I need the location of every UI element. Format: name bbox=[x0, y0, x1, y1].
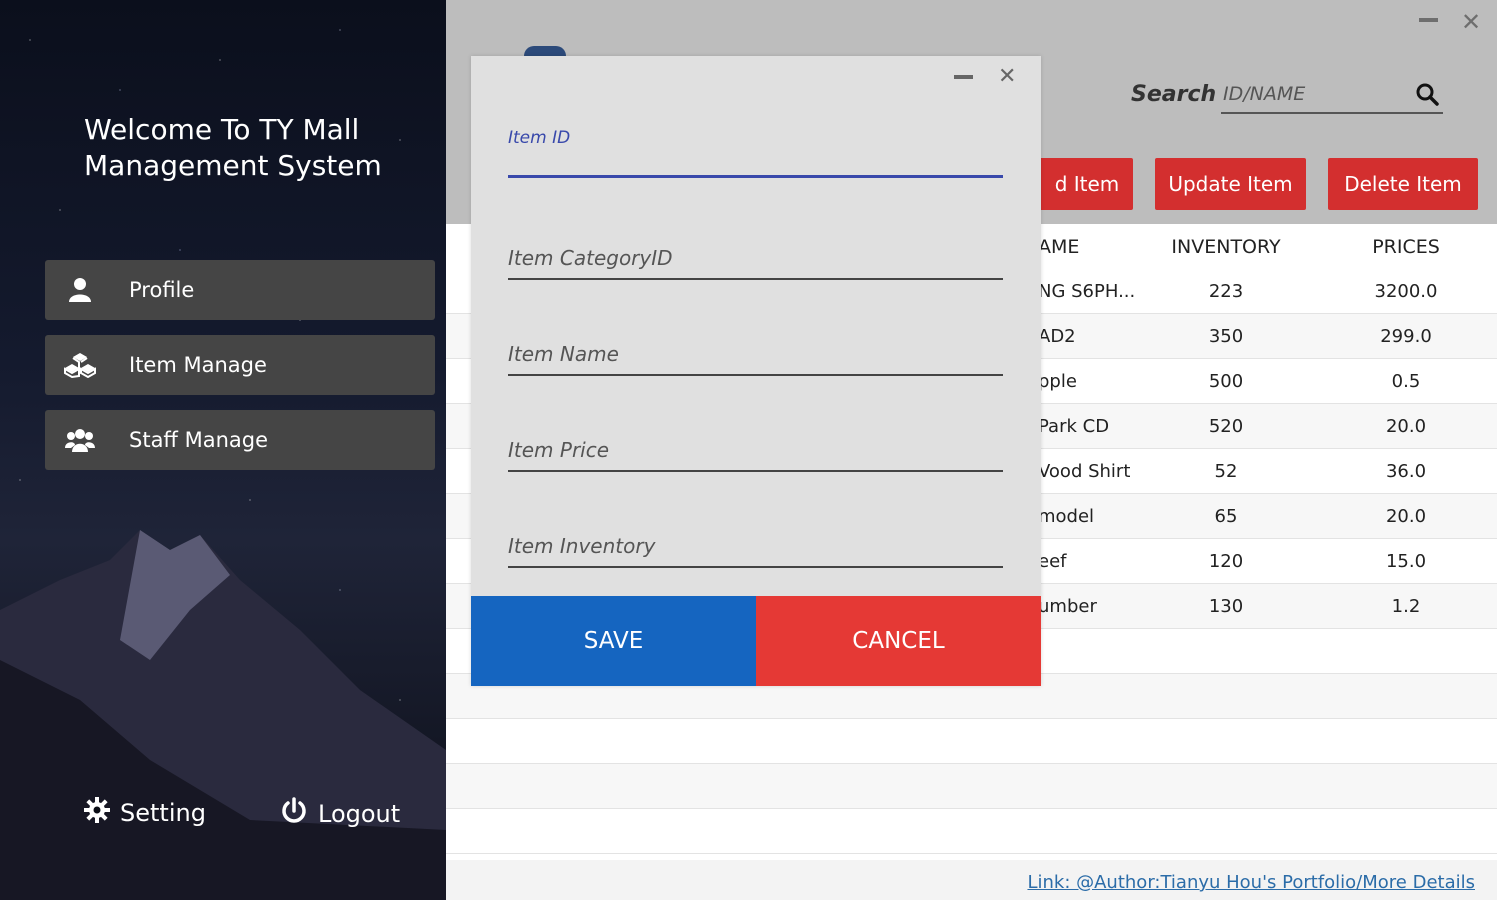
cell-name: eef bbox=[1038, 551, 1067, 572]
cell-price: 36.0 bbox=[1385, 461, 1427, 482]
item-price-label: Item Price bbox=[508, 438, 610, 462]
cell-price: 1.2 bbox=[1391, 596, 1421, 617]
cell-price: 3200.0 bbox=[1374, 281, 1438, 302]
welcome-line-2: Management System bbox=[84, 149, 382, 182]
item-price-field[interactable]: Item Price bbox=[508, 438, 1003, 472]
item-id-label: Item ID bbox=[508, 128, 571, 148]
cell-name: Park CD bbox=[1038, 416, 1110, 437]
gear-icon bbox=[84, 797, 110, 829]
user-icon bbox=[53, 278, 107, 302]
cell-name: NG S6PH... bbox=[1038, 281, 1136, 302]
column-header-name[interactable]: AME bbox=[1038, 236, 1079, 258]
search-icon[interactable] bbox=[1415, 82, 1439, 110]
column-header-inventory[interactable]: INVENTORY bbox=[1166, 236, 1286, 258]
cell-name: pple bbox=[1038, 371, 1077, 392]
users-icon bbox=[53, 428, 107, 452]
sidebar: Welcome To TY Mall Management System Pro… bbox=[0, 0, 446, 900]
item-category-label: Item CategoryID bbox=[508, 246, 673, 270]
cell-inventory: 223 bbox=[1208, 281, 1244, 302]
close-icon[interactable]: ✕ bbox=[1461, 8, 1481, 36]
cell-inventory: 65 bbox=[1214, 506, 1238, 527]
item-category-field[interactable]: Item CategoryID bbox=[508, 246, 1003, 280]
sidebar-item-label: Item Manage bbox=[129, 353, 267, 377]
cell-inventory: 120 bbox=[1208, 551, 1244, 572]
sidebar-item-profile[interactable]: Profile bbox=[45, 260, 435, 320]
cell-name: Vood Shirt bbox=[1038, 461, 1131, 482]
add-item-button[interactable]: d Item bbox=[1041, 158, 1133, 210]
cell-price: 0.5 bbox=[1391, 371, 1421, 392]
setting-label: Setting bbox=[120, 799, 206, 827]
table-row-empty bbox=[446, 764, 1497, 809]
search-label: Search bbox=[1131, 82, 1217, 107]
logout-button[interactable]: Logout bbox=[280, 797, 400, 831]
setting-button[interactable]: Setting bbox=[84, 797, 206, 829]
welcome-line-1: Welcome To TY Mall bbox=[84, 113, 360, 146]
logout-label: Logout bbox=[318, 800, 401, 828]
search-field bbox=[1221, 78, 1443, 114]
welcome-title: Welcome To TY Mall Management System bbox=[84, 112, 382, 184]
item-name-field[interactable]: Item Name bbox=[508, 342, 1003, 376]
minimize-icon[interactable] bbox=[1419, 18, 1438, 22]
cell-name: model bbox=[1038, 506, 1095, 527]
field-underline bbox=[508, 566, 1003, 568]
sidebar-item-label: Profile bbox=[129, 278, 195, 302]
cell-inventory: 500 bbox=[1208, 371, 1244, 392]
cubes-icon bbox=[53, 352, 107, 378]
cell-inventory: 52 bbox=[1214, 461, 1238, 482]
cell-inventory: 520 bbox=[1208, 416, 1244, 437]
cell-price: 15.0 bbox=[1385, 551, 1427, 572]
item-id-field[interactable]: Item ID bbox=[508, 128, 1003, 178]
table-row-empty bbox=[446, 719, 1497, 764]
sidebar-item-item-manage[interactable]: Item Manage bbox=[45, 335, 435, 395]
field-underline bbox=[508, 278, 1003, 280]
column-header-prices[interactable]: PRICES bbox=[1346, 236, 1466, 258]
cell-inventory: 130 bbox=[1208, 596, 1244, 617]
item-inventory-label: Item Inventory bbox=[508, 534, 656, 558]
sidebar-item-label: Staff Manage bbox=[129, 428, 268, 452]
cell-price: 20.0 bbox=[1385, 416, 1427, 437]
field-underline bbox=[508, 470, 1003, 472]
mountain-background bbox=[0, 530, 446, 900]
cell-price: 20.0 bbox=[1385, 506, 1427, 527]
author-link[interactable]: Link: @Author:Tianyu Hou's Portfolio/Mor… bbox=[1027, 872, 1475, 893]
item-inventory-field[interactable]: Item Inventory bbox=[508, 534, 1003, 568]
field-underline bbox=[508, 175, 1003, 178]
save-button[interactable]: SAVE bbox=[471, 596, 756, 686]
delete-item-button[interactable]: Delete Item bbox=[1328, 158, 1478, 210]
power-icon bbox=[280, 797, 308, 831]
footer: Link: @Author:Tianyu Hou's Portfolio/Mor… bbox=[446, 860, 1497, 900]
field-underline bbox=[508, 374, 1003, 376]
item-dialog: ✕ Item ID Item CategoryID Item Name Item… bbox=[471, 56, 1041, 686]
cancel-button[interactable]: CANCEL bbox=[756, 596, 1041, 686]
cell-name: umber bbox=[1038, 596, 1097, 617]
search-input[interactable] bbox=[1221, 78, 1401, 110]
cell-price: 299.0 bbox=[1380, 326, 1432, 347]
cell-inventory: 350 bbox=[1208, 326, 1244, 347]
table-row-empty bbox=[446, 809, 1497, 854]
sidebar-item-staff-manage[interactable]: Staff Manage bbox=[45, 410, 435, 470]
update-item-button[interactable]: Update Item bbox=[1155, 158, 1306, 210]
item-name-label: Item Name bbox=[508, 342, 619, 366]
dialog-close-icon[interactable]: ✕ bbox=[998, 64, 1016, 89]
dialog-minimize-icon[interactable] bbox=[954, 75, 973, 79]
cell-name: AD2 bbox=[1038, 326, 1076, 347]
